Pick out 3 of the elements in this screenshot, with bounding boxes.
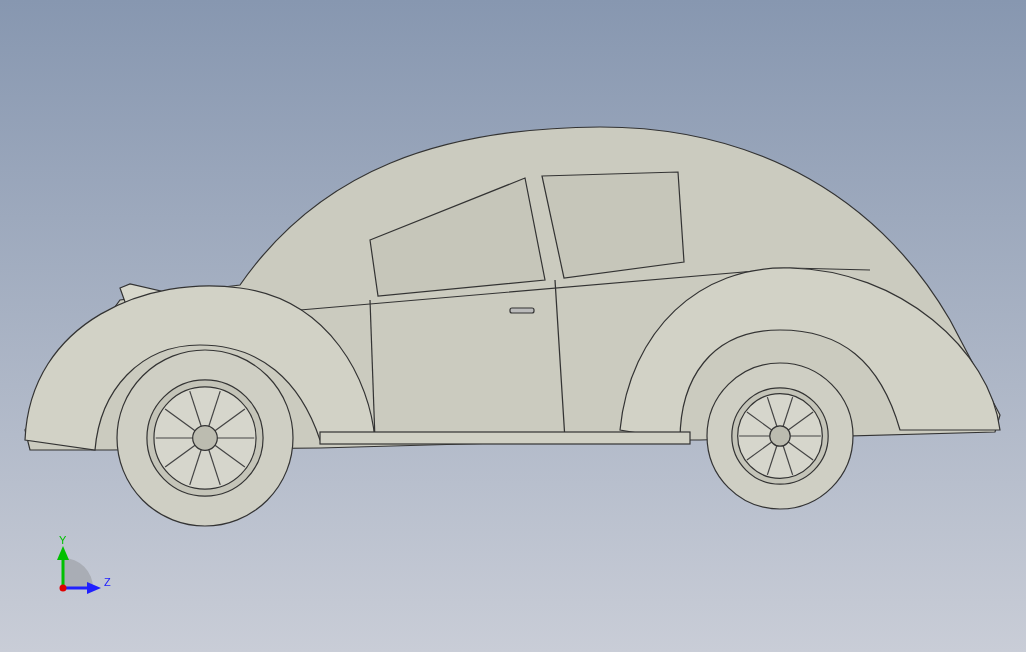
axis-label: Y [59,534,67,546]
axis-label: Z [104,576,111,588]
origin-dot [59,584,67,592]
